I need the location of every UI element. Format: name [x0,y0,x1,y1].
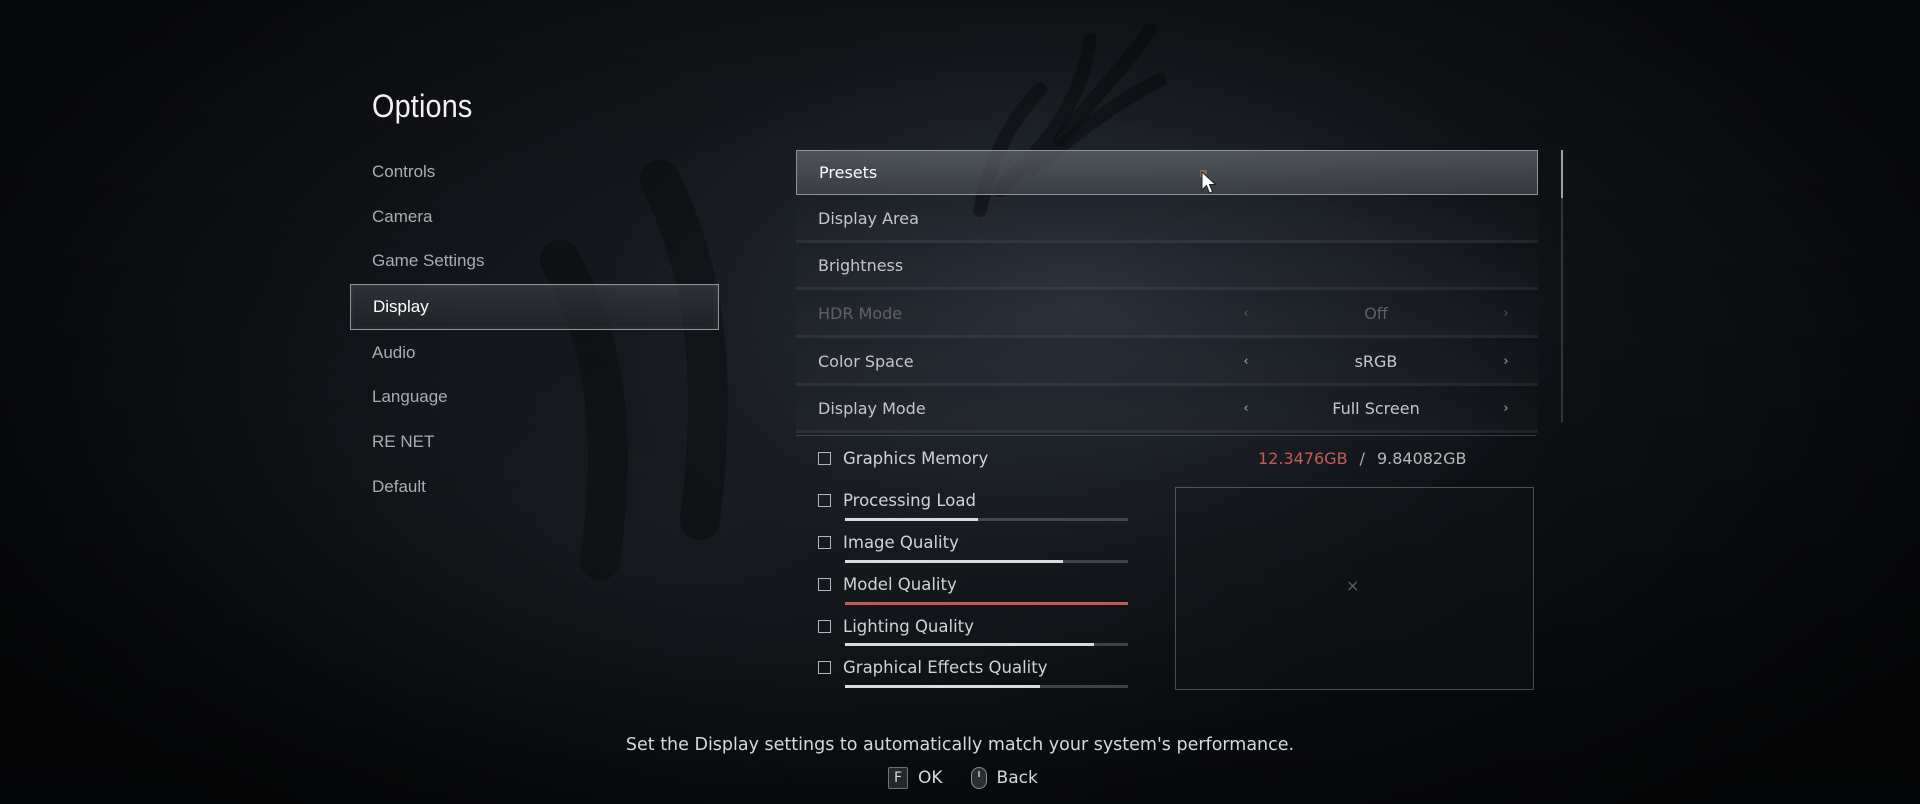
gfx-item-lighting-quality: Lighting Quality [818,617,974,636]
gfx-item-meter-fill [845,560,1063,563]
gfx-item-meter-fill [845,685,1041,688]
nav-item-audio[interactable]: Audio [350,331,719,375]
gfx-item-image-quality: Image Quality [818,533,959,552]
setting-label: Display Mode [818,399,926,419]
gfx-item-model-quality: Model Quality [818,575,957,594]
setting-hdr-mode: HDR Mode ‹ Off › [796,292,1538,339]
nav-item-label: Camera [372,206,433,226]
gfx-item-label: Image Quality [843,533,959,552]
gfx-item-meter [845,602,1128,605]
display-settings-list: Presets Display Area Brightness HDR Mode… [796,150,1538,435]
gfx-item-meter-fill [845,643,1095,646]
options-nav: Controls Camera Game Settings Display Au… [350,150,719,510]
graphics-memory-label: Graphics Memory [843,449,989,468]
gfx-item-checkbox[interactable] [818,578,831,591]
gfx-item-checkbox[interactable] [818,661,831,674]
gfx-item-meter [845,685,1128,688]
section-divider [796,435,1536,436]
setting-value: sRGB [1354,351,1398,371]
setting-value-selector: ‹ sRGB › [1236,340,1516,383]
setting-value-selector: ‹ Off › [1236,292,1516,335]
graphics-memory-row: Graphics Memory [818,449,988,468]
memory-separator: / [1359,449,1365,468]
chevron-left-icon: ‹ [1243,306,1249,322]
gfx-item-label: Graphical Effects Quality [843,658,1048,677]
gfx-item-processing-load: Processing Load [818,491,976,510]
chevron-right-icon: › [1503,306,1509,322]
setting-label: Color Space [818,351,914,371]
nav-item-camera[interactable]: Camera [350,195,719,239]
help-text: Set the Display settings to automaticall… [625,735,1295,755]
graphics-memory-values: 12.3476GB / 9.84082GB [1258,449,1466,468]
nav-item-display[interactable]: Display [350,284,719,331]
gfx-item-meter-fill [845,602,1128,605]
button-prompts: F OK Back [888,767,1038,789]
nav-item-controls[interactable]: Controls [350,150,719,194]
page-title: Options [372,88,473,124]
setting-value-selector: ‹ Full Screen › [1236,387,1516,430]
setting-label: Brightness [818,256,904,276]
gfx-item-label: Lighting Quality [843,617,974,636]
ok-prompt[interactable]: OK [918,768,943,788]
options-screen: Options Controls Camera Game Settings Di… [0,0,1920,804]
setting-display-area[interactable]: Display Area [796,196,1538,243]
setting-label: Presets [819,163,878,182]
nav-item-default[interactable]: Default [350,465,719,509]
nav-item-label: Audio [372,342,416,362]
mouse-cursor-icon [1200,170,1217,194]
gfx-item-meter-fill [845,518,978,521]
setting-color-space[interactable]: Color Space ‹ sRGB › [796,339,1538,386]
nav-item-label: Display [373,297,429,317]
setting-display-mode[interactable]: Display Mode ‹ Full Screen › [796,387,1538,434]
back-prompt[interactable]: Back [997,768,1038,788]
gfx-item-checkbox[interactable] [818,536,831,549]
preview-crosshair-icon: × [1346,576,1360,595]
memory-used: 12.3476GB [1258,449,1348,468]
mouse-right-button-icon [970,767,987,789]
gfx-item-label: Processing Load [843,491,976,510]
chevron-right-icon[interactable]: › [1496,401,1516,416]
setting-presets[interactable]: Presets [796,150,1538,195]
gfx-item-graphical-effects-quality: Graphical Effects Quality [818,658,1048,677]
gfx-item-label: Model Quality [843,575,957,594]
nav-item-game-settings[interactable]: Game Settings [350,239,719,283]
chevron-left-icon[interactable]: ‹ [1236,354,1256,369]
nav-item-label: Language [372,387,448,407]
nav-item-re-net[interactable]: RE NET [350,420,719,464]
nav-item-language[interactable]: Language [350,375,719,419]
gfx-item-meter [845,560,1128,563]
scrollbar-thumb[interactable] [1561,150,1563,198]
nav-item-label: Default [372,476,426,496]
gfx-item-meter [845,643,1128,646]
nav-item-label: RE NET [372,432,435,452]
chevron-left-icon[interactable]: ‹ [1236,401,1256,416]
setting-value: Full Screen [1332,399,1420,419]
nav-item-label: Game Settings [372,251,485,271]
setting-label: HDR Mode [818,304,903,324]
key-f-icon: F [888,767,908,789]
gfx-item-checkbox[interactable] [818,620,831,633]
memory-total: 9.84082GB [1376,449,1467,468]
setting-value: Off [1364,304,1388,324]
gfx-item-meter [845,518,1128,521]
setting-brightness[interactable]: Brightness [796,244,1538,291]
chevron-right-icon[interactable]: › [1496,354,1516,369]
setting-label: Display Area [818,208,919,228]
gfx-item-checkbox[interactable] [818,494,831,507]
nav-item-label: Controls [372,162,436,181]
graphics-preview-frame: × [1175,487,1534,690]
graphics-memory-checkbox[interactable] [818,452,831,465]
